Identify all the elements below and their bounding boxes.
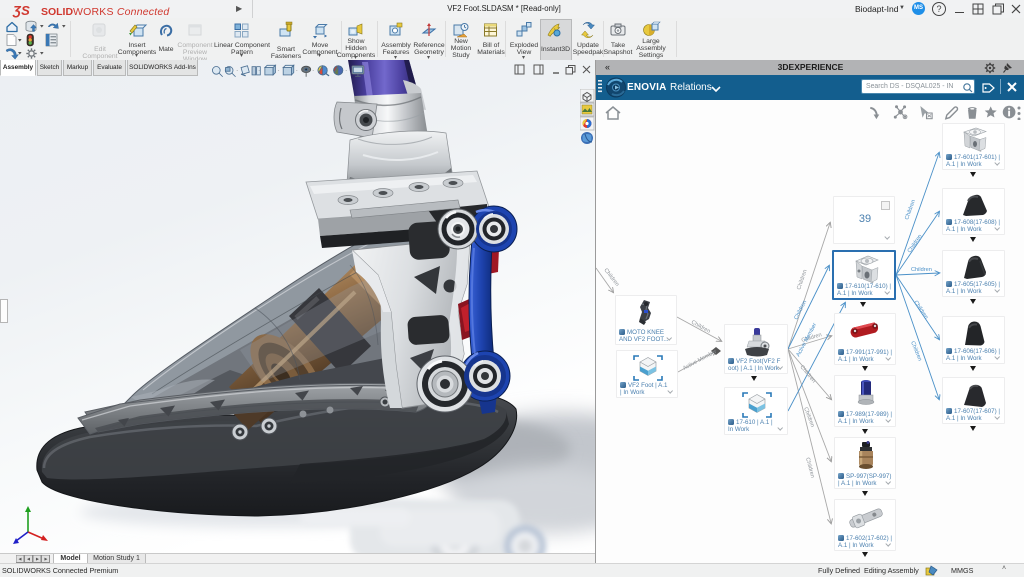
- svg-text:Children: Children: [802, 407, 815, 429]
- svg-text:Children: Children: [911, 267, 932, 273]
- svg-text:Children: Children: [602, 268, 620, 288]
- svg-text:-: -: [296, 68, 298, 73]
- svg-text:◄: ◄: [26, 557, 31, 563]
- svg-text:◄: ◄: [18, 557, 23, 563]
- svg-text:Children: Children: [909, 341, 922, 363]
- svg-text:►: ►: [35, 557, 40, 563]
- svg-text:►: ►: [44, 557, 49, 563]
- svg-text:Children: Children: [904, 199, 917, 221]
- svg-text:Active Member: Active Member: [682, 349, 718, 372]
- svg-text:-: -: [346, 68, 348, 73]
- svg-text:-: -: [313, 68, 315, 73]
- svg-text:-: -: [278, 68, 280, 73]
- svg-text:Children: Children: [793, 300, 808, 321]
- svg-text:Children: Children: [912, 300, 929, 321]
- svg-text:-: -: [368, 68, 370, 73]
- svg-text:Children: Children: [796, 269, 808, 291]
- svg-text:Children: Children: [690, 320, 711, 335]
- svg-text:Children: Children: [804, 457, 815, 479]
- svg-text:Children: Children: [798, 364, 816, 384]
- svg-text:-: -: [236, 68, 238, 73]
